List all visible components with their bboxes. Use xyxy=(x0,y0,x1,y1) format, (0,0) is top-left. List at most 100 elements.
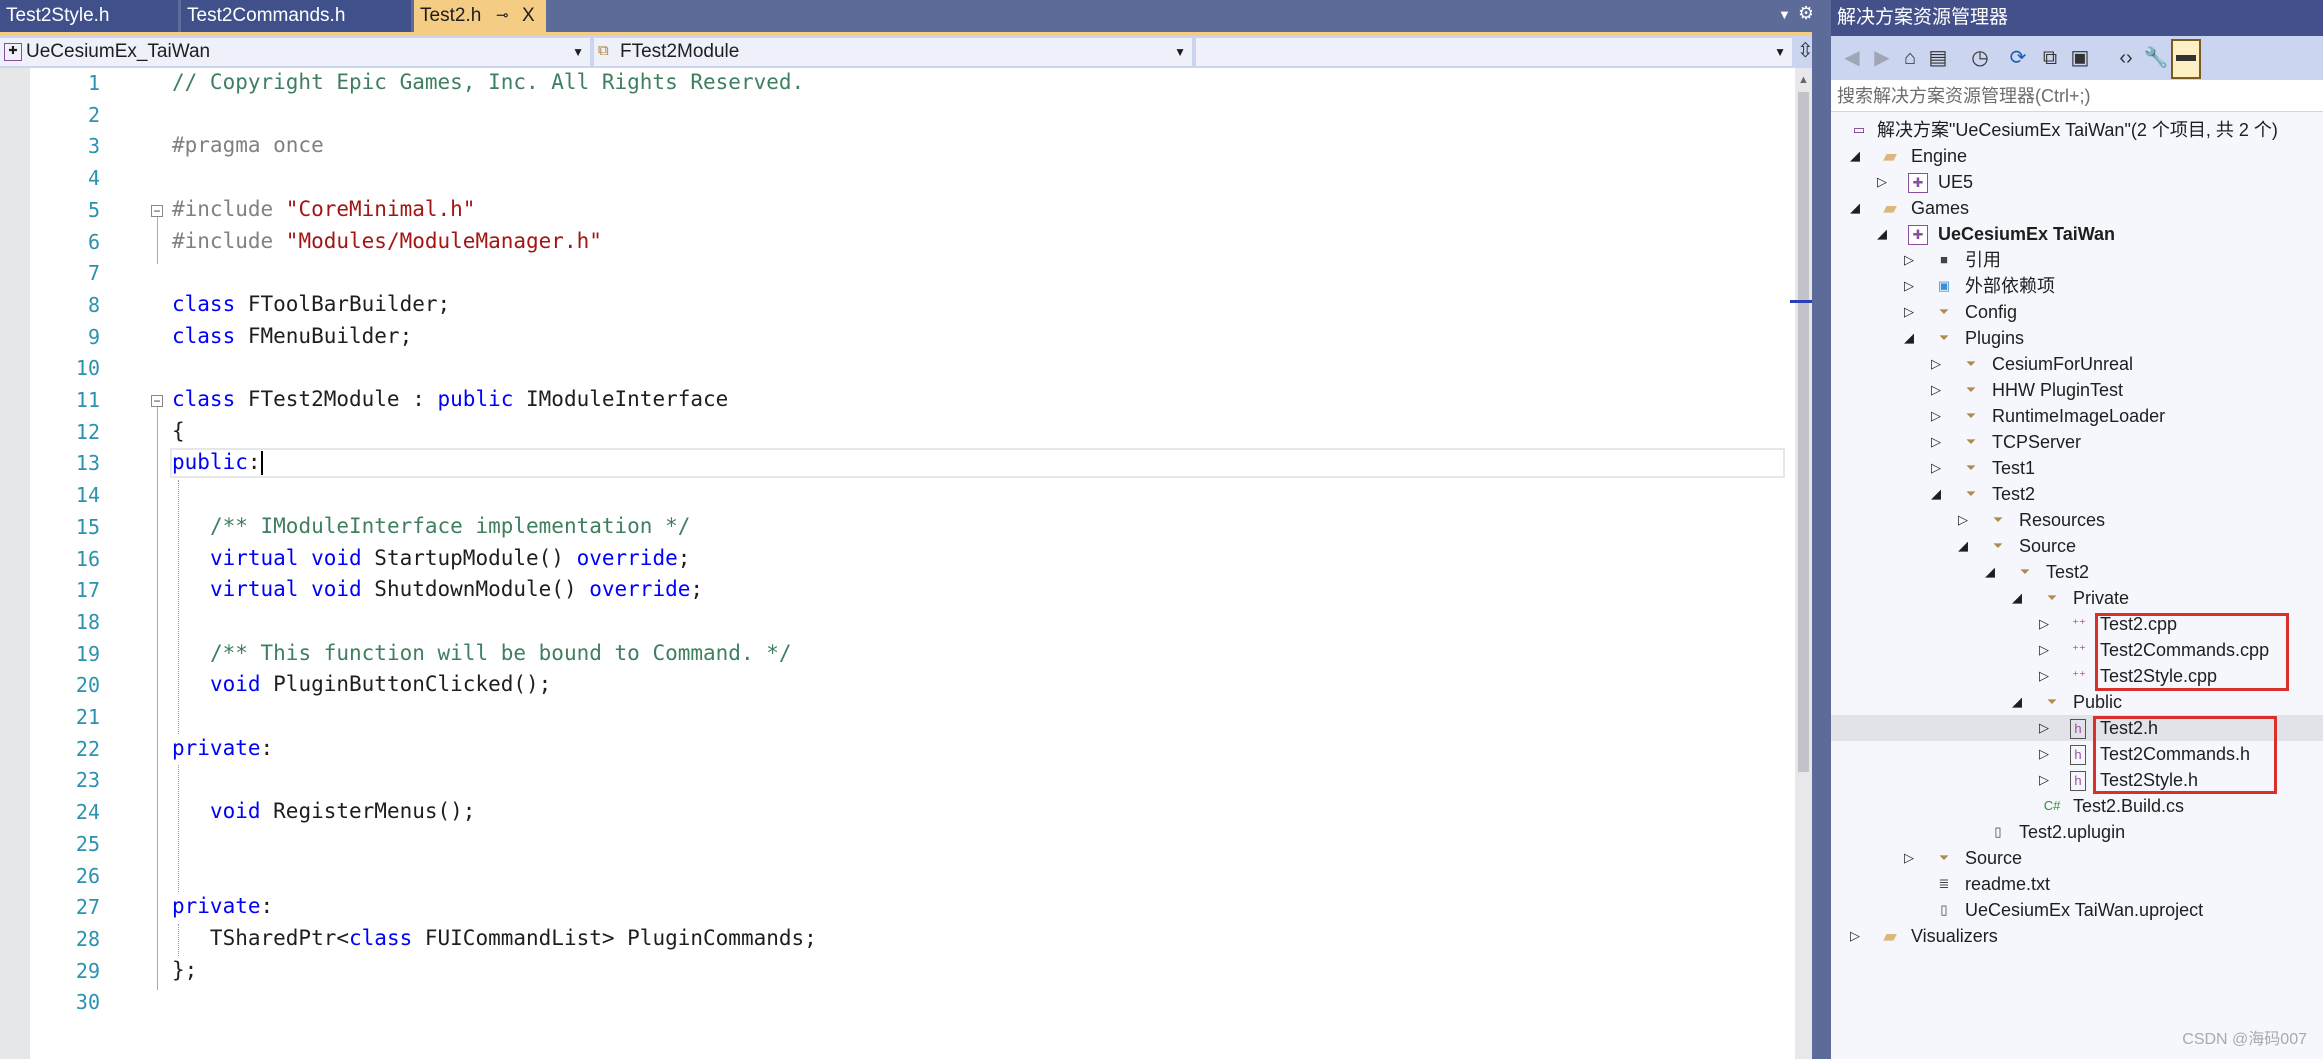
expand-arrow-icon[interactable]: ▷ xyxy=(2039,637,2049,663)
expand-arrow-icon[interactable]: ▷ xyxy=(2039,767,2049,793)
collapse-arrow-icon[interactable]: ◢ xyxy=(1931,481,1941,507)
tree-item[interactable]: ◢ ⏷ Public xyxy=(1831,689,2323,715)
code-line[interactable]: #include "Modules/ModuleManager.h" xyxy=(172,229,602,253)
code-line[interactable]: void PluginButtonClicked(); xyxy=(172,672,551,696)
expand-arrow-icon[interactable]: ▷ xyxy=(2039,611,2049,637)
expand-arrow-icon[interactable]: ▷ xyxy=(1850,923,1860,949)
collapse-arrow-icon[interactable]: ◢ xyxy=(1850,143,1860,169)
properties-wrench-icon[interactable]: 🔧 xyxy=(2143,44,2169,72)
collapse-arrow-icon[interactable]: ◢ xyxy=(1904,325,1914,351)
tree-item[interactable]: ◢ ⏷ Private xyxy=(1831,585,2323,611)
fold-toggle-includes[interactable]: − xyxy=(151,204,163,217)
code-line[interactable]: }; xyxy=(172,958,197,982)
tree-item[interactable]: ▷ ⏷ Resources xyxy=(1831,507,2323,533)
tree-item[interactable]: ◢ ▰ Engine xyxy=(1831,143,2323,169)
pin-icon[interactable]: ⊸ xyxy=(496,0,509,32)
tree-item[interactable]: ▷ ▣ 外部依赖项 xyxy=(1831,273,2323,299)
tree-item[interactable]: ▷ ⏷ RuntimeImageLoader xyxy=(1831,403,2323,429)
tree-item[interactable]: ▯ Test2.uplugin xyxy=(1831,819,2323,845)
tree-item[interactable]: ▷ ■ 引用 xyxy=(1831,247,2323,273)
fold-guide[interactable] xyxy=(157,216,158,265)
code-view-icon[interactable]: ‹› xyxy=(2113,44,2139,72)
code-line[interactable]: private: xyxy=(172,736,273,760)
close-tab-icon[interactable]: X xyxy=(522,0,535,32)
vs-switch-views-icon[interactable]: ▤ xyxy=(1925,44,1951,72)
collapse-arrow-icon[interactable]: ◢ xyxy=(1958,533,1968,559)
solution-explorer-search-input[interactable]: 搜索解决方案资源管理器(Ctrl+;) xyxy=(1831,80,2323,112)
expand-arrow-icon[interactable]: ▷ xyxy=(1958,507,1968,533)
tree-item[interactable]: ◢ ▰ Games xyxy=(1831,195,2323,221)
tree-item[interactable]: C# Test2.Build.cs xyxy=(1831,793,2323,819)
tree-item[interactable]: ◢ ⏷ Source xyxy=(1831,533,2323,559)
collapse-arrow-icon[interactable]: ◢ xyxy=(1985,559,1995,585)
collapse-arrow-icon[interactable]: ◢ xyxy=(2012,689,2022,715)
expand-arrow-icon[interactable]: ▷ xyxy=(1877,169,1887,195)
project-dropdown[interactable]: ✚ UeCesiumEx_TaiWan ▼ xyxy=(0,38,590,66)
expand-arrow-icon[interactable]: ▷ xyxy=(1931,351,1941,377)
scope-dropdown[interactable]: ⧉ FTest2Module ▼ xyxy=(594,38,1192,66)
show-all-files-icon[interactable]: ▣ xyxy=(2067,44,2093,72)
tree-item[interactable]: ▭ 解决方案"UeCesiumEx TaiWan"(2 个项目, 共 2 个) xyxy=(1831,117,2323,143)
expand-arrow-icon[interactable]: ▷ xyxy=(1904,247,1914,273)
forward-icon[interactable]: ▶ xyxy=(1869,44,1895,72)
member-dropdown[interactable]: ▼ xyxy=(1196,38,1792,66)
tree-item[interactable]: ▷ ⏷ TCPServer xyxy=(1831,429,2323,455)
tree-item[interactable]: ▷ ⏷ CesiumForUnreal xyxy=(1831,351,2323,377)
history-icon[interactable]: ◷ xyxy=(1967,44,1993,72)
tree-item[interactable]: ▯ UeCesiumEx TaiWan.uproject xyxy=(1831,897,2323,923)
expand-arrow-icon[interactable]: ▷ xyxy=(1931,403,1941,429)
tree-item[interactable]: ▷ ⏷ Source xyxy=(1831,845,2323,871)
tree-item[interactable]: ▷ ⏷ HHW PluginTest xyxy=(1831,377,2323,403)
code-line[interactable]: private: xyxy=(172,894,273,918)
expand-arrow-icon[interactable]: ▷ xyxy=(2039,663,2049,689)
panel-splitter[interactable] xyxy=(1812,0,1831,1059)
tree-item[interactable]: ▷ ▰ Visualizers xyxy=(1831,923,2323,949)
expand-arrow-icon[interactable]: ▷ xyxy=(1931,429,1941,455)
code-line[interactable]: /** IModuleInterface implementation */ xyxy=(172,514,690,538)
back-icon[interactable]: ◀ xyxy=(1839,44,1865,72)
code-line[interactable]: class FTest2Module : public IModuleInter… xyxy=(172,387,728,411)
code-line[interactable]: class FMenuBuilder; xyxy=(172,324,412,348)
expand-arrow-icon[interactable]: ▷ xyxy=(1904,299,1914,325)
expand-arrow-icon[interactable]: ▷ xyxy=(1904,273,1914,299)
tab-overflow-dropdown-icon[interactable]: ▼ xyxy=(1778,7,1791,22)
tree-item[interactable]: ◢ ⏷ Test2 xyxy=(1831,481,2323,507)
code-line[interactable]: class FToolBarBuilder; xyxy=(172,292,450,316)
code-line[interactable]: public: xyxy=(172,450,263,476)
code-line[interactable]: #pragma once xyxy=(172,133,324,157)
code-line[interactable]: virtual void ShutdownModule() override; xyxy=(172,577,703,601)
tab-test2style-h[interactable]: Test2Style.h xyxy=(0,0,178,32)
scrollbar-thumb[interactable] xyxy=(1798,92,1809,772)
expand-arrow-icon[interactable]: ▷ xyxy=(1931,377,1941,403)
code-line[interactable]: #include "CoreMinimal.h" xyxy=(172,197,475,221)
scroll-up-icon[interactable]: ▲ xyxy=(1798,74,1809,86)
collapse-arrow-icon[interactable]: ◢ xyxy=(2012,585,2022,611)
home-icon[interactable]: ⌂ xyxy=(1897,44,1923,72)
fold-toggle-class[interactable]: − xyxy=(151,395,163,407)
code-line[interactable]: /** This function will be bound to Comma… xyxy=(172,641,792,665)
tree-item[interactable]: ◢ ✚ UeCesiumEx TaiWan xyxy=(1831,221,2323,247)
collapse-arrow-icon[interactable]: ◢ xyxy=(1877,221,1887,247)
expand-arrow-icon[interactable]: ▷ xyxy=(2039,741,2049,767)
code-line[interactable]: TSharedPtr<class FUICommandList> PluginC… xyxy=(172,926,817,950)
expand-arrow-icon[interactable]: ▷ xyxy=(1931,455,1941,481)
collapse-arrow-icon[interactable]: ◢ xyxy=(1850,195,1860,221)
code-line[interactable]: // Copyright Epic Games, Inc. All Rights… xyxy=(172,70,804,94)
collapse-all-icon[interactable]: ⧉ xyxy=(2037,44,2063,72)
expand-arrow-icon[interactable]: ▷ xyxy=(2039,715,2049,741)
tab-test2commands-h[interactable]: Test2Commands.h xyxy=(181,0,411,32)
tab-test2-h[interactable]: Test2.h ⊸ X xyxy=(414,0,546,32)
code-line[interactable]: void RegisterMenus(); xyxy=(172,799,476,823)
code-line[interactable]: { xyxy=(172,419,185,443)
tree-item[interactable]: ≣ readme.txt xyxy=(1831,871,2323,897)
tree-item[interactable]: ◢ ⏷ Test2 xyxy=(1831,559,2323,585)
tree-item[interactable]: ▷ ⏷ Test1 xyxy=(1831,455,2323,481)
tree-item[interactable]: ◢ ⏷ Plugins xyxy=(1831,325,2323,351)
refresh-icon[interactable]: ⟳ xyxy=(2005,44,2031,72)
code-line[interactable]: virtual void StartupModule() override; xyxy=(172,546,690,570)
tree-item[interactable]: ▷ ⏷ Config xyxy=(1831,299,2323,325)
preview-toggle-icon[interactable]: ▬ xyxy=(2171,39,2201,79)
expand-arrow-icon[interactable]: ▷ xyxy=(1904,845,1914,871)
fold-guide[interactable] xyxy=(157,407,158,991)
tree-item[interactable]: ▷ ✚ UE5 xyxy=(1831,169,2323,195)
